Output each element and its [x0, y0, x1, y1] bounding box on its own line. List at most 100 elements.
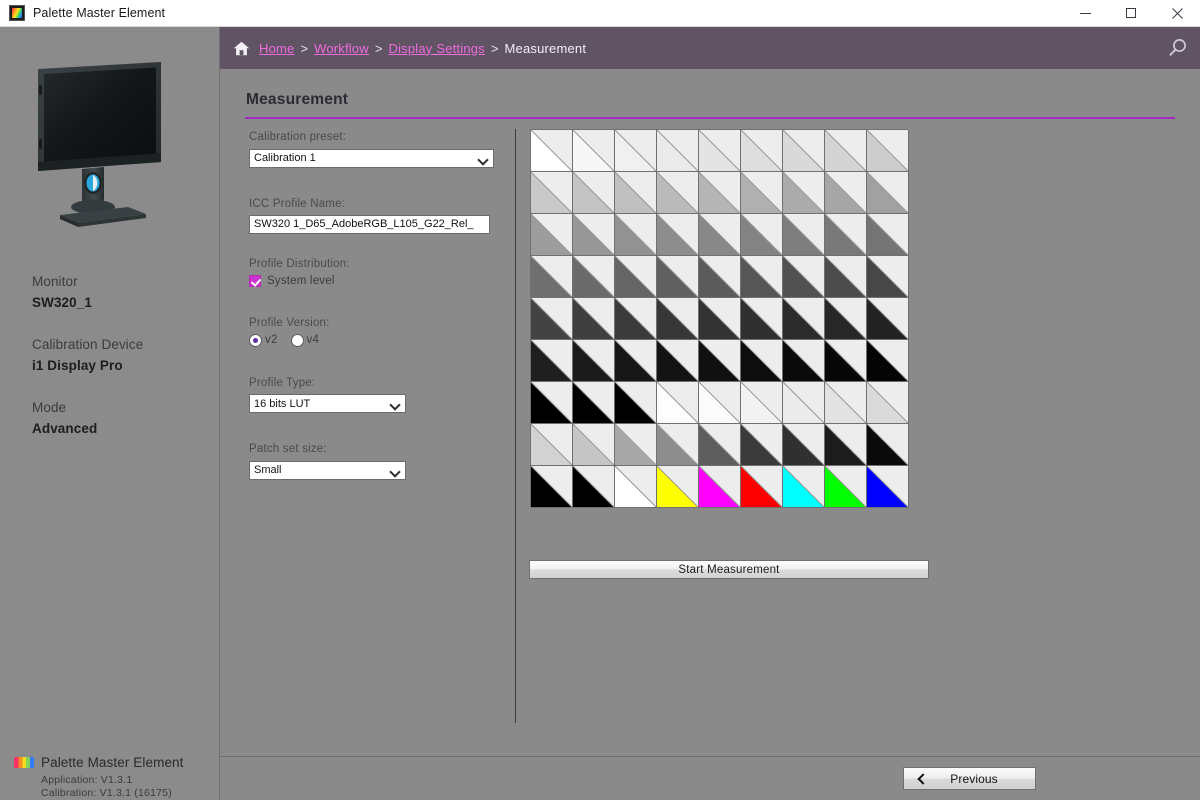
color-patch-triangle — [741, 298, 782, 339]
color-patch — [867, 256, 909, 298]
color-patch-triangle — [741, 382, 782, 423]
calibration-preset-select[interactable]: Calibration 1 — [249, 148, 494, 168]
page-title-rule — [245, 117, 1175, 119]
previous-button[interactable]: Previous — [903, 767, 1036, 790]
color-patch — [825, 130, 867, 172]
color-patch-triangle — [867, 340, 908, 381]
color-patch — [783, 172, 825, 214]
color-patch — [867, 172, 909, 214]
color-patch — [741, 298, 783, 340]
maximize-button[interactable] — [1108, 0, 1154, 27]
color-patch-triangle — [867, 130, 908, 171]
color-patch-triangle — [699, 424, 740, 465]
palette-logo-icon — [14, 757, 34, 768]
breadcrumb-item-measurement: Measurement — [504, 40, 587, 56]
color-patch — [573, 340, 615, 382]
color-patch-triangle — [825, 172, 866, 213]
system-level-checkbox-row[interactable]: System level — [249, 274, 499, 287]
search-icon[interactable] — [1164, 35, 1190, 61]
sidebar-info-label: Monitor — [32, 274, 78, 289]
color-patch — [867, 466, 909, 508]
color-patch-triangle — [615, 340, 656, 381]
color-patch — [783, 298, 825, 340]
color-patch-triangle — [573, 424, 614, 465]
color-patch — [741, 424, 783, 466]
color-patch — [825, 466, 867, 508]
color-patch — [657, 382, 699, 424]
monitor-illustration — [38, 62, 161, 227]
breadcrumb-item-home[interactable]: Home — [259, 41, 294, 56]
color-patch — [531, 424, 573, 466]
color-patch-triangle — [699, 298, 740, 339]
color-patch — [825, 382, 867, 424]
profile-version-radio-v2[interactable] — [249, 333, 262, 347]
color-patch — [867, 424, 909, 466]
color-patch — [615, 214, 657, 256]
close-button[interactable] — [1154, 0, 1200, 27]
color-patch-triangle — [825, 298, 866, 339]
profile-version-label-v4: v4 — [306, 334, 320, 346]
color-patch-triangle — [783, 466, 824, 507]
color-patch — [699, 424, 741, 466]
color-patch — [699, 256, 741, 298]
color-patch-triangle — [531, 130, 572, 171]
calibration-preset-select-wrap: Calibration 1 — [249, 148, 494, 168]
color-patch-triangle — [699, 340, 740, 381]
icc-profile-name-input[interactable] — [249, 214, 490, 234]
color-patch-triangle — [783, 214, 824, 255]
color-patch — [825, 340, 867, 382]
color-patch-triangle — [741, 130, 782, 171]
color-patch-triangle — [783, 172, 824, 213]
color-patch-triangle — [741, 256, 782, 297]
color-patch — [867, 298, 909, 340]
sidebar-info-label: Mode — [32, 400, 67, 415]
start-measurement-label: Start Measurement — [678, 563, 780, 576]
color-patch-triangle — [783, 256, 824, 297]
color-patch-triangle — [783, 298, 824, 339]
color-patch-triangle — [783, 382, 824, 423]
color-patch — [657, 340, 699, 382]
color-patch — [657, 256, 699, 298]
patch-set-size-select[interactable]: Small — [249, 460, 406, 480]
color-patch-triangle — [699, 382, 740, 423]
app-icon — [9, 5, 25, 21]
color-patch — [657, 298, 699, 340]
color-patch — [573, 424, 615, 466]
window-title: Palette Master Element — [33, 6, 166, 20]
sidebar-info-value: i1 Display Pro — [32, 358, 123, 373]
color-patch — [531, 298, 573, 340]
color-patch — [699, 298, 741, 340]
color-patch-triangle — [657, 466, 698, 507]
color-patch-triangle — [615, 256, 656, 297]
window-title-bar: Palette Master Element — [0, 0, 1200, 27]
color-patch — [657, 130, 699, 172]
sidebar-info: Monitor SW320_1 Calibration Device i1 Di… — [32, 272, 212, 461]
breadcrumb-separator: > — [374, 40, 383, 56]
breadcrumb-item-display-settings[interactable]: Display Settings — [388, 41, 484, 56]
color-patch — [825, 214, 867, 256]
color-patch — [531, 340, 573, 382]
color-patch — [531, 382, 573, 424]
color-patch — [531, 214, 573, 256]
field-profile-distribution: Profile Distribution: System level — [249, 258, 499, 287]
color-patch-triangle — [573, 298, 614, 339]
footer-calibration-version: Calibration: V1.3.1 (16175) — [41, 787, 172, 799]
breadcrumb-item-workflow[interactable]: Workflow — [314, 41, 369, 56]
color-patch-triangle — [783, 340, 824, 381]
minimize-button[interactable] — [1062, 0, 1108, 27]
color-patch-triangle — [657, 214, 698, 255]
footer-brand-text: Palette Master Element — [41, 755, 184, 770]
color-patch-triangle — [699, 130, 740, 171]
color-patch-triangle — [867, 424, 908, 465]
start-measurement-button[interactable]: Start Measurement — [529, 560, 929, 579]
profile-version-radio-v4[interactable] — [290, 333, 304, 347]
color-patch — [783, 466, 825, 508]
color-patch — [573, 214, 615, 256]
profile-type-select[interactable]: 16 bits LUT — [249, 394, 406, 413]
color-patch-triangle — [615, 214, 656, 255]
color-patch-triangle — [657, 340, 698, 381]
field-patch-set-size: Patch set size: Small — [249, 443, 499, 480]
home-icon[interactable] — [233, 41, 250, 56]
color-patch-triangle — [657, 172, 698, 213]
system-level-checkbox[interactable] — [249, 274, 261, 287]
